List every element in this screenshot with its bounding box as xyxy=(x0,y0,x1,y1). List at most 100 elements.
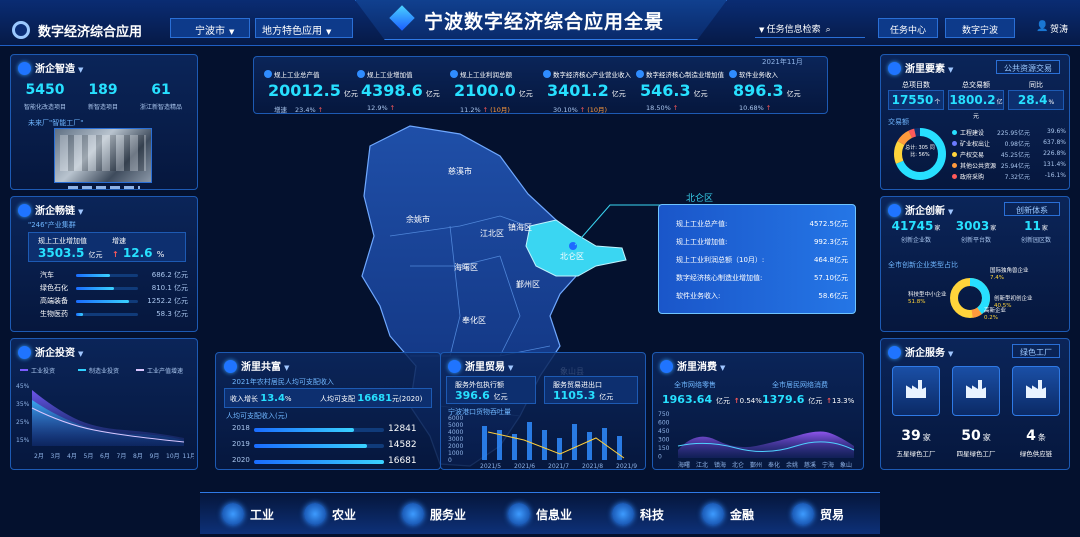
chain-item-label: 绿色石化 xyxy=(40,284,68,292)
chain-tag: "246"产业集群 xyxy=(28,221,76,229)
panel-title-invest[interactable]: 浙企投资 ▼ xyxy=(18,344,83,359)
map-district-label[interactable]: 余姚市 xyxy=(406,214,430,225)
nav-item-5[interactable]: 金融 xyxy=(702,500,754,528)
top-kpi-label: 规上工业增加值 xyxy=(367,71,413,79)
panel-title-innovation[interactable]: 浙企创新 ▼ xyxy=(888,202,953,217)
chevron-down-icon: ▼ xyxy=(78,208,84,216)
consume-x-tick: 海曙 xyxy=(678,461,690,469)
consume-area xyxy=(678,431,854,458)
chevron-down-icon: ▼ xyxy=(284,364,290,372)
top-kpi-unit: 亿元 xyxy=(518,90,533,98)
feature-select[interactable]: 地方特色应用 ▼ xyxy=(255,18,353,38)
elements-kpi-value: 17550个 xyxy=(891,93,941,107)
top-kpi-label: 规上工业利润总额 xyxy=(460,71,512,79)
map-district-label[interactable]: 慈溪市 xyxy=(448,166,472,177)
nav-icon xyxy=(612,503,634,525)
panel-title-prosperity[interactable]: 浙里共富 ▼ xyxy=(224,358,289,373)
service-item-label: 五星绿色工厂 xyxy=(896,450,936,458)
top-kpi-icon xyxy=(543,70,551,78)
legend-swatch xyxy=(952,141,957,146)
city-select-value: 宁波市 xyxy=(195,26,225,37)
chevron-down-icon: ▼ xyxy=(229,28,235,36)
panel-title-consume[interactable]: 浙里消费 ▼ xyxy=(660,358,725,373)
legend-pct: 131.4% xyxy=(1043,161,1066,168)
map-district-label[interactable]: 江北区 xyxy=(480,228,504,239)
popup-row-value: 57.10亿元 xyxy=(813,274,848,282)
service-tab[interactable]: 绿色工厂 xyxy=(1012,344,1060,358)
legend-pct: -16.1% xyxy=(1044,172,1066,179)
panel-title-manufacturing[interactable]: 浙企智造 ▼ xyxy=(18,60,83,75)
chart-icon xyxy=(18,346,31,359)
manu-kpi-label: 浙江新智造精品 xyxy=(139,104,182,111)
nav-icon xyxy=(222,503,244,525)
trade-box1-value: 396.6 亿元 xyxy=(455,389,508,402)
legend-label: 政府采购 xyxy=(960,174,985,181)
trade-x-tick: 2021/6 xyxy=(514,463,535,470)
digital-ningbo-button[interactable]: 数字宁波 xyxy=(945,18,1015,38)
nav-item-6[interactable]: 贸易 xyxy=(792,500,844,528)
top-kpi-sub: 12.9% ↑ xyxy=(367,104,396,112)
chevron-down-icon: ▼ xyxy=(508,364,514,372)
top-kpi-sub: 增速 23.4% ↑ xyxy=(274,106,324,114)
donut-center-text: 总计: 305 同比: 56% xyxy=(905,145,935,158)
consume-m2-label: 全市居民网络消费 xyxy=(772,381,828,389)
task-center-button[interactable]: 任务中心 xyxy=(878,18,938,38)
user-name[interactable]: 贺涛 xyxy=(1050,22,1068,35)
top-kpi-icon xyxy=(636,70,644,78)
consume-y-tick: 750 xyxy=(658,411,670,418)
elements-kpi-label: 同比 xyxy=(1029,81,1043,89)
nav-item-2[interactable]: 服务业 xyxy=(402,500,466,528)
user-icon[interactable]: 👤 xyxy=(1036,21,1048,32)
chain-metric-label: 规上工业增加值 xyxy=(38,237,87,245)
invest-y-tick: 15% xyxy=(16,437,30,444)
popup-row-value: 4572.5亿元 xyxy=(809,220,849,228)
consume-y-tick: 150 xyxy=(658,445,670,452)
top-kpi-sub: 11.2% ↑ (10月) xyxy=(460,106,510,114)
map-district-label[interactable]: 鄞州区 xyxy=(516,279,540,290)
nav-item-1[interactable]: 农业 xyxy=(304,500,356,528)
invest-x-tick: 10月 xyxy=(166,453,180,460)
chain-item-value: 810.1 亿元 xyxy=(151,284,188,292)
trade-y-tick: 0 xyxy=(448,457,452,464)
panel-title-elements[interactable]: 浙里要素 ▼ xyxy=(888,60,953,75)
trade-y-tick: 1000 xyxy=(448,450,463,457)
top-kpi-unit: 亿元 xyxy=(786,90,801,98)
innov-pie-label: 国际独角兽企业 7.4% xyxy=(990,268,1029,281)
nav-item-4[interactable]: 科技 xyxy=(612,500,664,528)
map-district-label[interactable]: 镇海区 xyxy=(508,222,532,233)
innovation-tab[interactable]: 创新体系 xyxy=(1004,202,1060,216)
nav-item-3[interactable]: 信息业 xyxy=(508,500,572,528)
chevron-down-icon: ▼ xyxy=(759,26,767,34)
top-kpi-sub: 30.10% ↑ (10月) xyxy=(553,106,608,114)
top-kpi-icon xyxy=(450,70,458,78)
map-district-label[interactable]: 海曙区 xyxy=(454,262,478,273)
chevron-down-icon: ▼ xyxy=(948,66,954,74)
panel-title-chain[interactable]: 浙企畅链 ▼ xyxy=(18,202,83,217)
innov-kpi-label: 创新企业数 xyxy=(900,237,931,244)
nav-item-label: 服务业 xyxy=(430,507,467,522)
map-district-label[interactable]: 北仑区 xyxy=(560,251,584,262)
top-kpi-label: 规上工业总产值 xyxy=(274,71,320,79)
elements-kpi-label: 总交易额 xyxy=(962,81,990,89)
city-select[interactable]: 宁波市 ▼ xyxy=(170,18,250,38)
innov-kpi-label: 创新平台数 xyxy=(960,237,991,244)
consume-y-tick: 450 xyxy=(658,428,670,435)
panel-title-service[interactable]: 浙企服务 ▼ xyxy=(888,344,953,359)
nav-item-label: 贸易 xyxy=(820,507,845,522)
nav-item-0[interactable]: 工业 xyxy=(222,500,274,528)
legend-label: 矿业权出让 xyxy=(960,141,991,148)
invest-area-chart: 45% 35% 25% 15% 2月 3月 4月 5月 6月 7月 8月 9月 10月 11月 xyxy=(16,383,195,460)
panel-title-trade[interactable]: 浙里贸易 ▼ xyxy=(448,358,513,373)
elements-kpi-value: 28.4% xyxy=(1017,93,1055,107)
nav-icon xyxy=(702,503,724,525)
chain-item-bar xyxy=(76,313,138,316)
prosper-growth: 收入增长 13.4% xyxy=(230,393,292,404)
image-carousel-dots[interactable] xyxy=(68,186,140,189)
nav-item-label: 工业 xyxy=(250,507,275,522)
elements-tab[interactable]: 公共资源交易 xyxy=(996,60,1060,74)
consume-m1-label: 全市网络零售 xyxy=(674,381,716,389)
map-district-label[interactable]: 奉化区 xyxy=(462,315,486,326)
search-box[interactable]: ▼ 任务信息检索 ⌕ xyxy=(755,18,865,38)
invest-x-tick: 11月 xyxy=(183,453,195,460)
prosper-year: 2019 xyxy=(232,440,250,448)
